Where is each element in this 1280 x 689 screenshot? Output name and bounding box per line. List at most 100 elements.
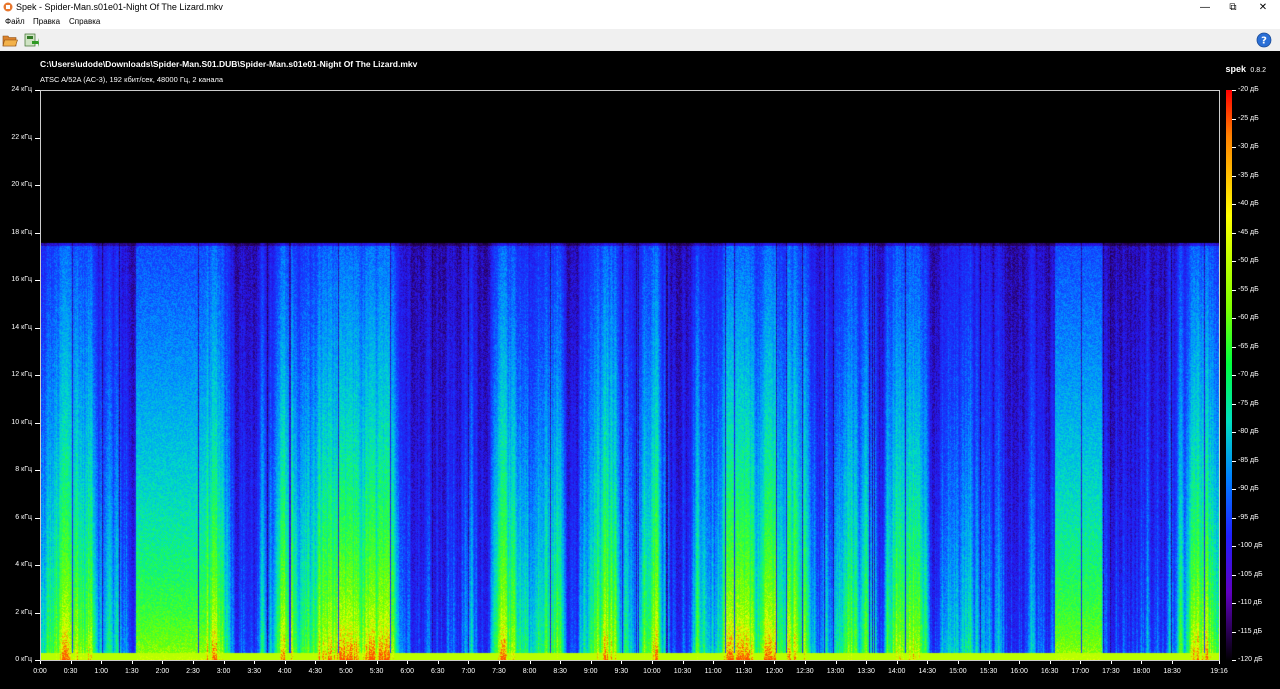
db-tick xyxy=(1232,318,1236,319)
db-tick xyxy=(1232,147,1236,148)
version-number: 0.8.2 xyxy=(1250,67,1266,74)
time-tick-label: 0:30 xyxy=(63,668,78,675)
time-tick-label: 15:00 xyxy=(949,668,967,675)
time-tick-label: 2:30 xyxy=(186,668,200,675)
time-tick xyxy=(254,661,256,664)
time-tick xyxy=(560,661,562,664)
db-tick xyxy=(1232,460,1236,462)
frequency-tick-label: 10 кГц xyxy=(11,418,32,426)
time-tick-label: 6:30 xyxy=(430,668,445,675)
time-tick xyxy=(896,661,898,664)
time-tick xyxy=(40,661,41,664)
window-title: Spek - Spider-Man.s01e01-Night Of The Li… xyxy=(16,2,223,12)
db-tick-label: -30 дБ xyxy=(1238,143,1259,150)
time-tick-label: 5:00 xyxy=(339,668,353,675)
frequency-tick xyxy=(35,185,40,186)
db-tick-label: -20 дБ xyxy=(1238,86,1259,93)
time-tick xyxy=(345,661,347,664)
db-tick xyxy=(1232,631,1236,633)
time-tick-label: 7:00 xyxy=(461,668,476,675)
time-tick-label: 10:30 xyxy=(673,668,692,675)
time-tick-label: 9:30 xyxy=(614,668,629,675)
minimize-button[interactable]: — xyxy=(1190,0,1220,15)
time-tick xyxy=(774,661,776,664)
frequency-tick-label: 6 кГц xyxy=(15,513,32,521)
time-tick-label: 12:30 xyxy=(796,668,814,675)
db-tick xyxy=(1232,517,1236,519)
close-button[interactable]: ✕ xyxy=(1248,0,1278,15)
frequency-tick xyxy=(35,470,40,471)
time-tick-label: 9:00 xyxy=(583,668,598,675)
db-tick xyxy=(1232,232,1236,234)
time-tick-label: 8:30 xyxy=(553,668,567,675)
menu-file[interactable]: Файл xyxy=(5,17,25,26)
frequency-tick-label: 16 кГц xyxy=(11,276,32,283)
frequency-tick-label: 18 кГц xyxy=(11,228,32,236)
save-icon[interactable] xyxy=(23,32,39,48)
time-tick xyxy=(804,661,806,664)
db-tick-label: -95 дБ xyxy=(1238,513,1259,521)
frequency-tick-label: 22 кГц xyxy=(11,133,32,141)
db-tick xyxy=(1232,403,1236,405)
time-tick-label: 8:00 xyxy=(522,668,537,675)
time-tick xyxy=(131,661,133,664)
db-tick xyxy=(1232,375,1236,376)
close-icon: ✕ xyxy=(1258,2,1268,13)
db-tick-label: -40 дБ xyxy=(1238,200,1259,207)
time-tick xyxy=(866,661,868,664)
db-tick-label: -55 дБ xyxy=(1238,285,1259,293)
time-tick-label: 7:30 xyxy=(492,668,506,675)
menu-edit[interactable]: Правка xyxy=(33,17,60,26)
time-tick xyxy=(927,661,929,664)
spectrogram-plot xyxy=(40,90,1220,661)
time-tick-label: 11:00 xyxy=(704,668,722,675)
time-tick xyxy=(407,661,409,664)
time-tick xyxy=(1219,661,1220,664)
time-tick xyxy=(621,661,623,664)
time-tick-label: 17:00 xyxy=(1071,668,1090,675)
db-tick xyxy=(1232,175,1236,177)
title-bar: Spek - Spider-Man.s01e01-Night Of The Li… xyxy=(0,0,1280,15)
time-tick-label: 5:30 xyxy=(369,668,384,675)
time-tick-label: 13:30 xyxy=(857,668,875,675)
db-tick-label: -115 дБ xyxy=(1238,627,1263,635)
time-tick-label: 1:00 xyxy=(94,668,108,675)
time-tick-label: 1:30 xyxy=(124,668,139,675)
time-tick-label: 10:00 xyxy=(643,668,661,675)
time-tick xyxy=(835,661,837,664)
time-tick-label: 3:00 xyxy=(216,668,231,675)
time-tick-label: 13:00 xyxy=(826,668,845,675)
time-tick-label: 4:00 xyxy=(277,668,292,675)
db-tick xyxy=(1232,489,1236,490)
help-icon[interactable]: ? xyxy=(1256,32,1272,48)
time-tick-label: 18:00 xyxy=(1132,668,1151,675)
db-tick-label: -35 дБ xyxy=(1238,171,1259,179)
time-tick xyxy=(682,661,684,664)
frequency-tick-label: 0 кГц xyxy=(15,656,32,663)
frequency-tick xyxy=(35,517,40,519)
time-tick xyxy=(1019,661,1021,664)
time-tick-label: 2:00 xyxy=(155,668,170,675)
db-tick xyxy=(1232,289,1236,291)
spek-app-icon xyxy=(3,2,13,12)
time-tick xyxy=(70,661,72,664)
time-tick xyxy=(223,661,225,664)
menu-help[interactable]: Справка xyxy=(69,17,100,26)
folder-open-icon[interactable] xyxy=(2,32,18,48)
frequency-tick-label: 8 кГц xyxy=(15,466,32,473)
db-tick-label: -120 дБ xyxy=(1238,656,1263,663)
time-tick xyxy=(743,661,745,664)
frequency-tick xyxy=(35,422,40,424)
time-tick xyxy=(1080,661,1082,664)
app-name: spek xyxy=(1225,64,1246,74)
time-tick xyxy=(1049,661,1051,664)
time-tick-label: 17:30 xyxy=(1102,668,1120,675)
maximize-button[interactable]: ⧉ xyxy=(1218,0,1248,15)
db-tick xyxy=(1232,261,1236,262)
time-tick xyxy=(101,661,103,664)
frequency-tick xyxy=(35,565,40,566)
time-tick xyxy=(162,661,164,664)
db-tick-label: -110 дБ xyxy=(1238,599,1263,606)
db-tick xyxy=(1232,118,1236,120)
db-tick-label: -75 дБ xyxy=(1238,399,1259,407)
